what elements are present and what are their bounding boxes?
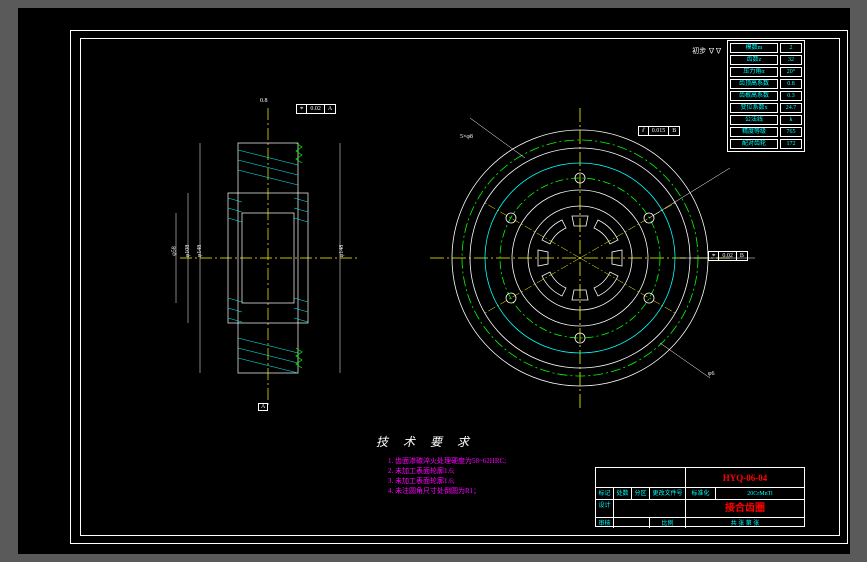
dim-d1: φ58 [172, 246, 178, 255]
cad-canvas: 模数m2齿数z32压力角α20°齿顶高系数0.8齿根高系数0.3变位系数x24.… [18, 8, 850, 554]
part-name: 接合齿圈 [686, 500, 804, 517]
tech-req-line: 2. 未加工表面轮廓1.6; [388, 466, 506, 476]
dim-d2: φ108 [185, 245, 191, 257]
technical-requirements: 技 术 要 求 1. 齿面渗碳淬火处理硬度为58~62HRC;2. 未加工表面轮… [376, 433, 506, 496]
dim-d7: 5×φ8 [460, 134, 473, 140]
dim-d4: φ148 [339, 245, 345, 257]
dim-d8: φ6 [708, 371, 714, 377]
dim-d3: φ148 [197, 245, 203, 257]
front-view [430, 108, 755, 408]
tech-req-line: 1. 齿面渗碳淬火处理硬度为58~62HRC; [388, 456, 506, 466]
part-number: HYQ-06-04 [686, 468, 804, 487]
section-view [176, 108, 360, 408]
datum-a: A [258, 403, 268, 411]
gdt-frame-3: ⌖0.02B [708, 251, 748, 261]
gdt-frame-2: ⫽0.015B [638, 126, 680, 136]
title-block: HYQ-06-04 标记 处数 分区 更改文件号 标准化 20CrMnTi 设计… [595, 467, 805, 527]
tech-req-title: 技 术 要 求 [376, 433, 506, 450]
gdt-frame-1: ⌖0.02A [296, 104, 336, 114]
tech-req-line: 3. 未加工表面轮廓1.6; [388, 476, 506, 486]
tech-req-line: 4. 未注圆角尺寸处倒圆为R1； [388, 486, 506, 496]
ra-1: 0.8 [260, 98, 268, 104]
